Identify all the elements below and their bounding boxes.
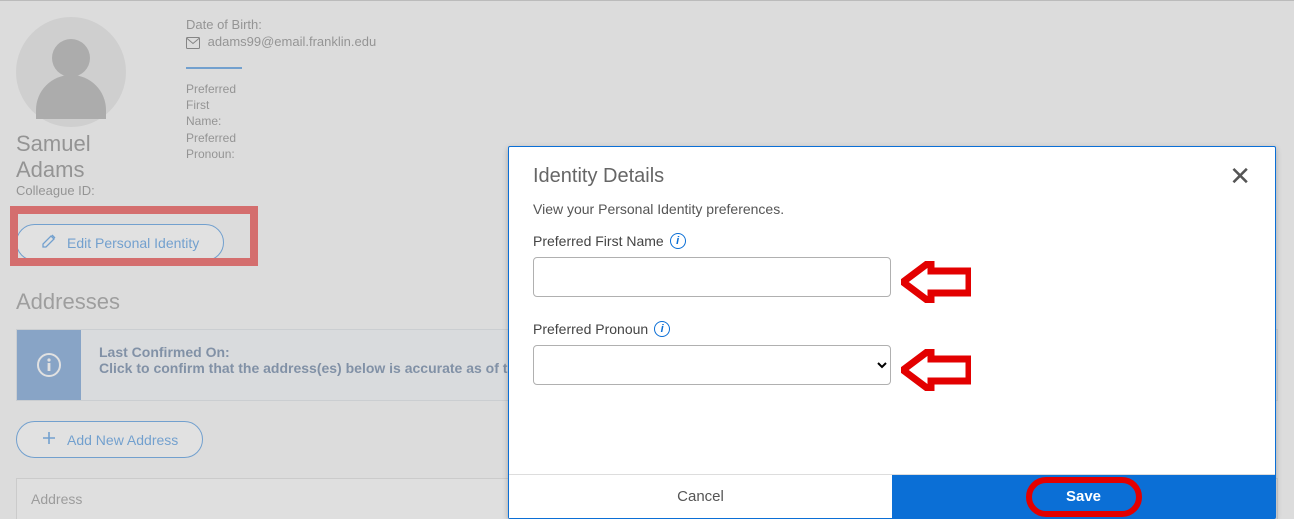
info-icon[interactable]: i bbox=[670, 233, 686, 249]
preferred-first-name-field-label: Preferred First Name bbox=[533, 233, 664, 249]
preferred-pronoun-select[interactable] bbox=[533, 345, 891, 385]
annotation-arrow-icon bbox=[901, 261, 971, 303]
cancel-button-label: Cancel bbox=[677, 488, 724, 505]
dialog-title: Identity Details bbox=[533, 165, 664, 188]
preferred-pronoun-field-label: Preferred Pronoun bbox=[533, 321, 648, 337]
cancel-button[interactable]: Cancel bbox=[509, 475, 892, 518]
close-icon[interactable]: ✕ bbox=[1229, 163, 1251, 189]
save-button-label: Save bbox=[1066, 488, 1101, 505]
preferred-first-name-input[interactable] bbox=[533, 257, 891, 297]
save-button[interactable]: Save bbox=[892, 475, 1275, 518]
dialog-subtext: View your Personal Identity preferences. bbox=[533, 201, 1251, 217]
info-icon[interactable]: i bbox=[654, 321, 670, 337]
identity-details-dialog: Identity Details ✕ View your Personal Id… bbox=[508, 146, 1276, 519]
annotation-arrow-icon bbox=[901, 349, 971, 391]
